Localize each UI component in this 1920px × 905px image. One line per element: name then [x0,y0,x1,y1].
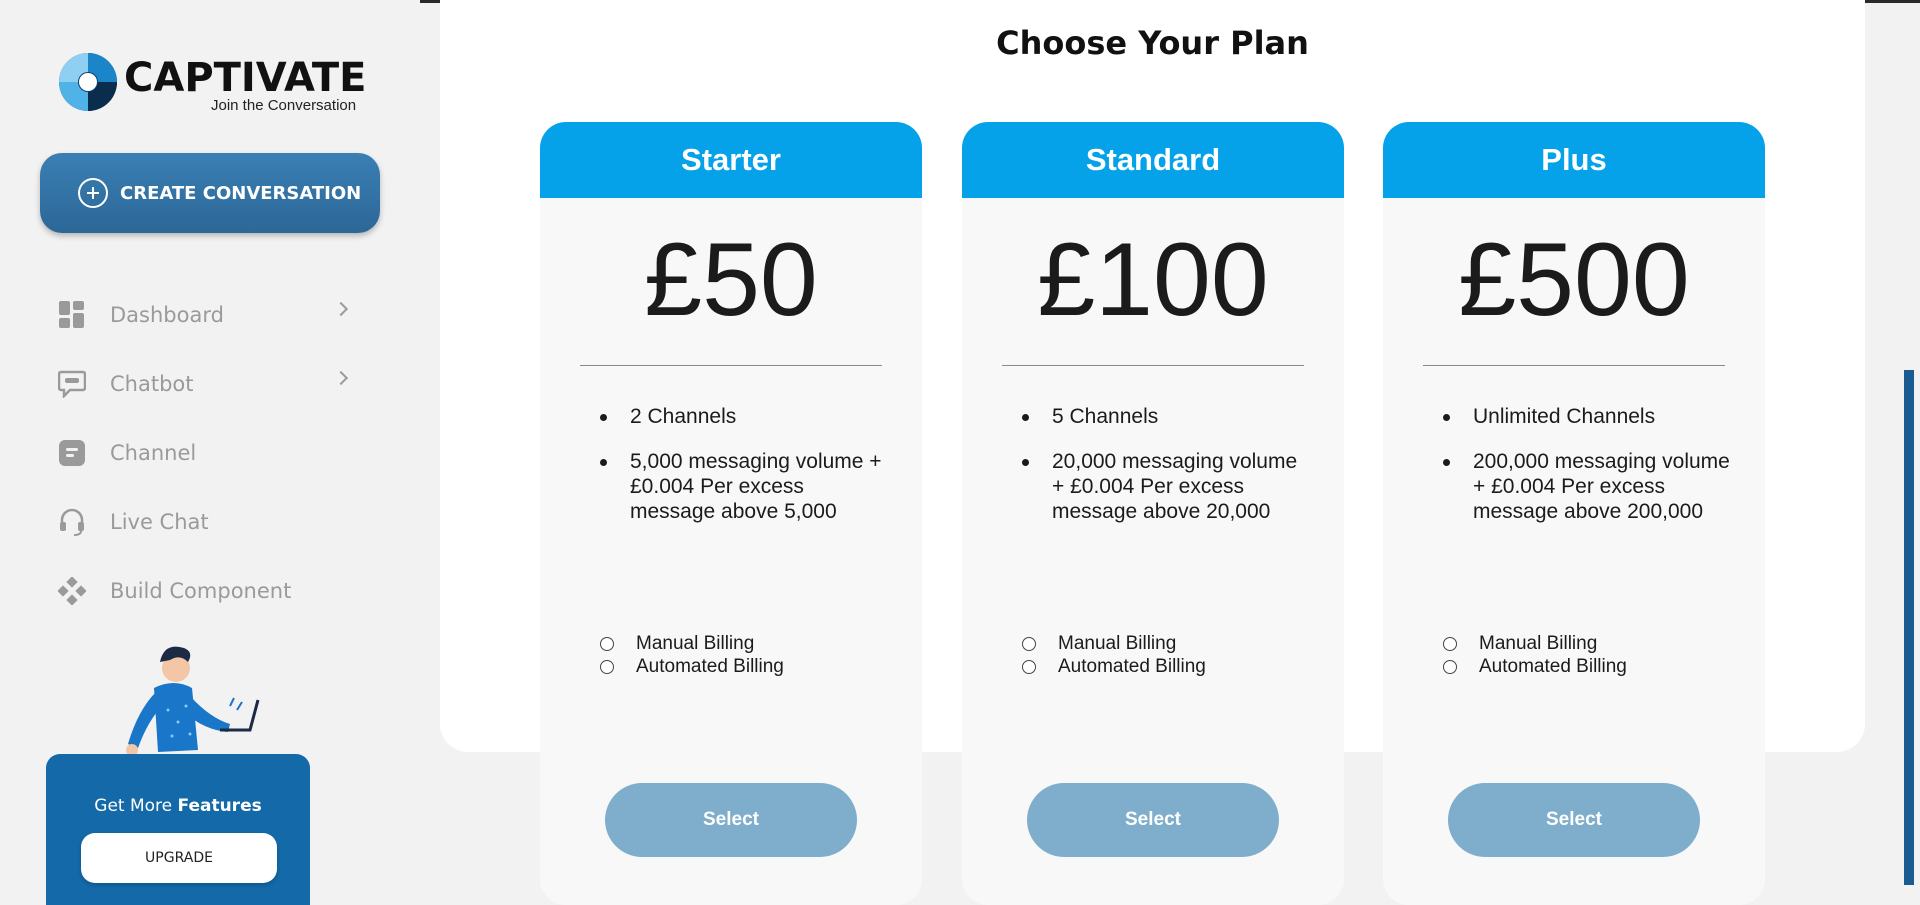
radio-button[interactable] [1443,659,1457,674]
channel-icon [58,439,86,467]
sidebar-item-dashboard[interactable]: Dashboard [58,280,358,349]
billing-label: Automated Billing [1479,655,1627,677]
sidebar-item-label: Channel [110,440,197,465]
plan-features: 5 Channels 20,000 messaging volume + £0.… [1022,404,1312,544]
billing-options: Manual Billing Automated Billing [600,632,784,678]
plan-features: 2 Channels 5,000 messaging volume + £0.0… [600,404,890,544]
radio-button[interactable] [600,659,614,674]
sidebar-item-chatbot[interactable]: Chatbot [58,349,358,418]
feature-item: 2 Channels [600,404,890,429]
captivate-logo-icon [59,53,117,111]
upgrade-button[interactable]: UPGRADE [81,833,277,883]
upgrade-promo-card: Get More Features UPGRADE [46,754,310,905]
feature-item: 5,000 messaging volume + £0.004 Per exce… [600,449,890,524]
sidebar-item-label: Live Chat [110,509,209,534]
select-standard-button[interactable]: Select [1027,783,1279,857]
manual-billing-option[interactable]: Manual Billing [1022,632,1206,655]
sidebar-nav: Dashboard Chatbot Channel Live Chat Buil… [58,280,358,625]
dashboard-icon [58,300,86,329]
manual-billing-option[interactable]: Manual Billing [600,632,784,655]
plan-name: Plus [1383,122,1765,198]
brand-name: CAPTIVATE [124,55,367,101]
plan-price: £100 [1037,222,1269,338]
plan-card-plus: Plus £500 Unlimited Channels 200,000 mes… [1383,122,1765,905]
manual-billing-option[interactable]: Manual Billing [1443,632,1627,655]
billing-options: Manual Billing Automated Billing [1443,632,1627,678]
page-title: Choose Your Plan [996,24,1309,62]
feature-item: 20,000 messaging volume + £0.004 Per exc… [1022,449,1312,524]
billing-label: Manual Billing [636,632,755,654]
create-conversation-button[interactable]: CREATE CONVERSATION [40,153,380,233]
component-icon [58,576,86,605]
brand-logo[interactable]: CAPTIVATE Join the Conversation [58,52,368,116]
promo-title: Get More Features [94,796,262,816]
plan-name: Standard [962,122,1344,198]
radio-button[interactable] [600,636,614,651]
billing-options: Manual Billing Automated Billing [1022,632,1206,678]
plus-circle-icon [78,178,108,208]
plan-card-starter: Starter £50 2 Channels 5,000 messaging v… [540,122,922,905]
select-starter-button[interactable]: Select [605,783,857,857]
billing-label: Manual Billing [1058,632,1177,654]
divider [1002,365,1304,366]
automated-billing-option[interactable]: Automated Billing [600,655,784,678]
sidebar: CAPTIVATE Join the Conversation CREATE C… [0,0,420,905]
billing-label: Automated Billing [636,655,784,677]
sidebar-item-label: Build Component [110,578,292,603]
select-plus-button[interactable]: Select [1448,783,1700,857]
chatbot-icon [58,370,86,398]
chevron-right-icon [333,370,349,386]
plan-price: £500 [1458,222,1690,338]
billing-label: Manual Billing [1479,632,1598,654]
sidebar-item-label: Chatbot [110,371,194,396]
divider [580,365,882,366]
radio-button[interactable] [1443,636,1457,651]
feature-item: 5 Channels [1022,404,1312,429]
sidebar-item-channel[interactable]: Channel [58,418,358,487]
create-conversation-label: CREATE CONVERSATION [120,182,362,204]
feature-item: Unlimited Channels [1443,404,1733,429]
automated-billing-option[interactable]: Automated Billing [1022,655,1206,678]
divider [1423,365,1725,366]
automated-billing-option[interactable]: Automated Billing [1443,655,1627,678]
billing-label: Automated Billing [1058,655,1206,677]
plan-name: Starter [540,122,922,198]
sidebar-item-label: Dashboard [110,302,224,327]
headset-icon [58,508,86,536]
radio-button[interactable] [1022,636,1036,651]
plan-features: Unlimited Channels 200,000 messaging vol… [1443,404,1733,544]
plan-card-standard: Standard £100 5 Channels 20,000 messagin… [962,122,1344,905]
scrollbar[interactable] [1904,370,1914,885]
radio-button[interactable] [1022,659,1036,674]
chevron-right-icon [333,301,349,317]
plan-price: £50 [644,222,818,338]
brand-tagline: Join the Conversation [211,97,357,114]
sidebar-item-build-component[interactable]: Build Component [58,556,358,625]
feature-item: 200,000 messaging volume + £0.004 Per ex… [1443,449,1733,524]
sidebar-item-live-chat[interactable]: Live Chat [58,487,358,556]
